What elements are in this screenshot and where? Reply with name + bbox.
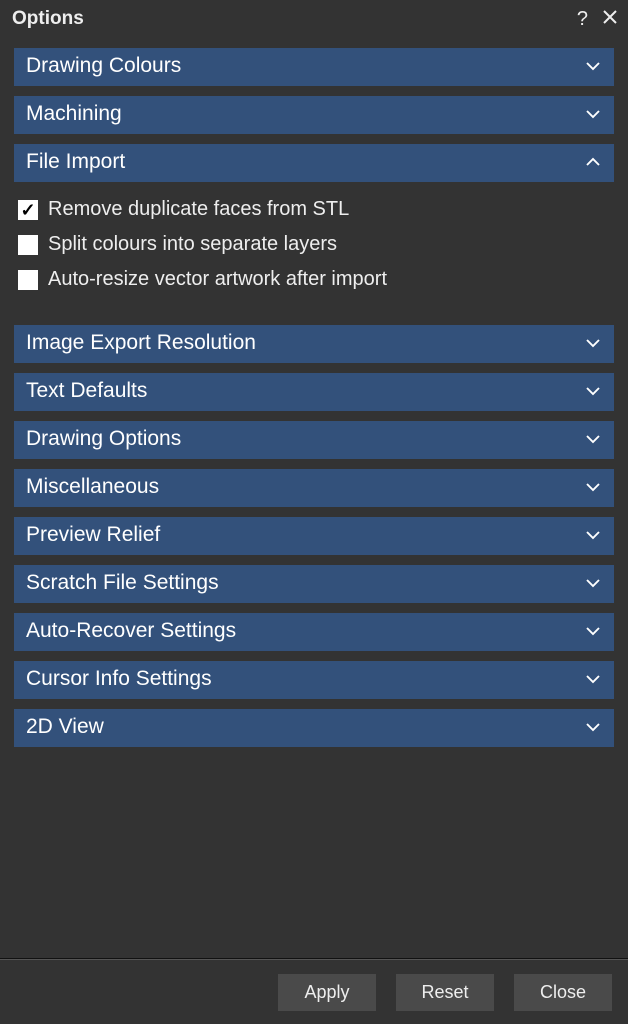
apply-button[interactable]: Apply <box>278 974 376 1011</box>
footer: Apply Reset Close <box>0 958 628 1024</box>
chevron-down-icon <box>584 622 602 640</box>
checkbox-label: Auto-resize vector artwork after import <box>48 268 387 291</box>
section-preview-relief[interactable]: Preview Relief <box>14 517 614 555</box>
section-label: 2D View <box>26 715 104 739</box>
chevron-down-icon <box>584 526 602 544</box>
section-label: Miscellaneous <box>26 475 159 499</box>
chevron-down-icon <box>584 57 602 75</box>
chevron-down-icon <box>584 430 602 448</box>
section-image-export-resolution[interactable]: Image Export Resolution <box>14 325 614 363</box>
chevron-down-icon <box>584 334 602 352</box>
section-auto-recover-settings[interactable]: Auto-Recover Settings <box>14 613 614 651</box>
section-2d-view[interactable]: 2D View <box>14 709 614 747</box>
help-icon[interactable]: ? <box>577 9 588 29</box>
checkbox[interactable] <box>18 270 38 290</box>
option-remove-duplicate-faces[interactable]: Remove duplicate faces from STL <box>14 192 614 227</box>
section-miscellaneous[interactable]: Miscellaneous <box>14 469 614 507</box>
window-title: Options <box>12 8 577 30</box>
section-label: Cursor Info Settings <box>26 667 212 691</box>
section-label: Preview Relief <box>26 523 160 547</box>
chevron-down-icon <box>584 718 602 736</box>
section-label: Image Export Resolution <box>26 331 256 355</box>
section-drawing-options[interactable]: Drawing Options <box>14 421 614 459</box>
option-split-colours[interactable]: Split colours into separate layers <box>14 227 614 262</box>
chevron-down-icon <box>584 478 602 496</box>
section-machining[interactable]: Machining <box>14 96 614 134</box>
chevron-down-icon <box>584 670 602 688</box>
section-label: Drawing Options <box>26 427 181 451</box>
section-label: Text Defaults <box>26 379 147 403</box>
chevron-down-icon <box>584 382 602 400</box>
section-label: Machining <box>26 102 122 126</box>
section-text-defaults[interactable]: Text Defaults <box>14 373 614 411</box>
section-drawing-colours[interactable]: Drawing Colours <box>14 48 614 86</box>
section-label: Scratch File Settings <box>26 571 219 595</box>
close-icon[interactable] <box>602 9 618 29</box>
section-file-import-body: Remove duplicate faces from STL Split co… <box>14 192 614 297</box>
section-file-import[interactable]: File Import <box>14 144 614 182</box>
dialog-content: Drawing Colours Machining File Import Re… <box>0 38 628 767</box>
close-button[interactable]: Close <box>514 974 612 1011</box>
section-cursor-info-settings[interactable]: Cursor Info Settings <box>14 661 614 699</box>
section-label: Auto-Recover Settings <box>26 619 236 643</box>
chevron-down-icon <box>584 105 602 123</box>
section-label: File Import <box>26 150 125 174</box>
section-label: Drawing Colours <box>26 54 181 78</box>
checkbox[interactable] <box>18 235 38 255</box>
chevron-down-icon <box>584 574 602 592</box>
option-auto-resize-vector[interactable]: Auto-resize vector artwork after import <box>14 262 614 297</box>
checkbox-label: Remove duplicate faces from STL <box>48 198 349 221</box>
checkbox-label: Split colours into separate layers <box>48 233 337 256</box>
chevron-up-icon <box>584 153 602 171</box>
titlebar: Options ? <box>0 0 628 38</box>
section-scratch-file-settings[interactable]: Scratch File Settings <box>14 565 614 603</box>
checkbox[interactable] <box>18 200 38 220</box>
titlebar-actions: ? <box>577 9 618 29</box>
reset-button[interactable]: Reset <box>396 974 494 1011</box>
footer-buttons: Apply Reset Close <box>0 960 628 1024</box>
